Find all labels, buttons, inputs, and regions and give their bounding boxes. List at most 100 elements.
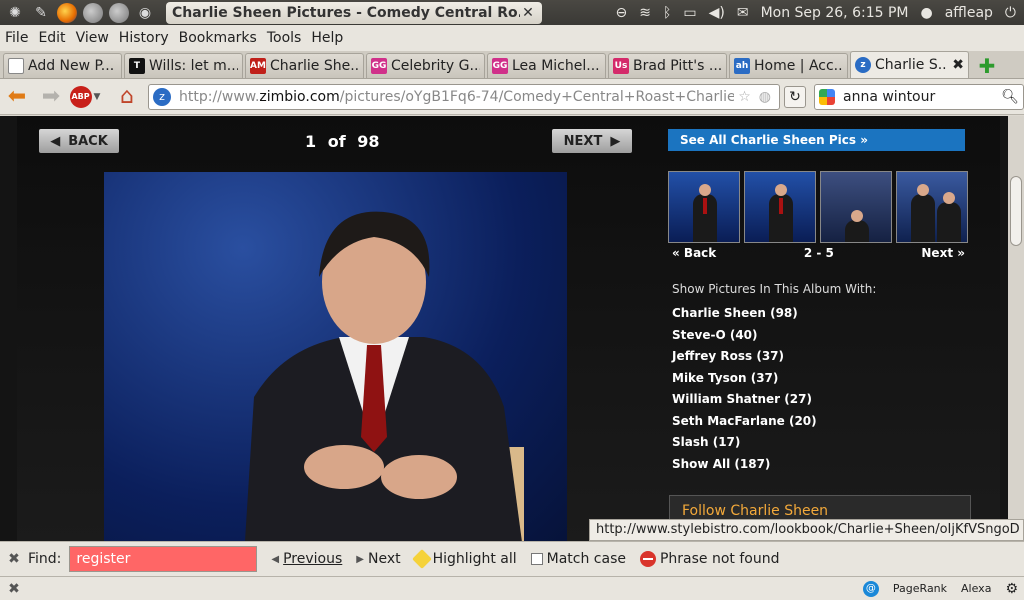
menu-history[interactable]: History xyxy=(119,30,169,46)
page-content: ◀ BACK 1 of 98 NEXT ▶ See All Charlie Shee xyxy=(0,116,1008,541)
wifi-icon[interactable]: ≋ xyxy=(639,5,651,21)
album-filter-item[interactable]: Slash (17) xyxy=(672,435,817,457)
album-filter-item[interactable]: Charlie Sheen (98) xyxy=(672,306,817,328)
close-window-icon[interactable]: ✕ xyxy=(520,5,536,21)
gallery-back-button[interactable]: ◀ BACK xyxy=(39,129,119,153)
search-engine-icon[interactable] xyxy=(819,88,835,105)
active-window-button[interactable]: Charlie Sheen Pictures - Comedy Central … xyxy=(166,1,542,24)
album-filter-item[interactable]: Mike Tyson (37) xyxy=(672,371,817,393)
main-photo[interactable] xyxy=(104,172,567,541)
plus-icon: ✚ xyxy=(978,53,996,78)
site-favicon: GG xyxy=(371,58,387,74)
mail-icon[interactable]: ✉ xyxy=(737,5,749,21)
url-bar[interactable]: z http://www.zimbio.com/pictures/oYgB1Fq… xyxy=(148,83,780,110)
tab-7[interactable]: ah Home | Acc... xyxy=(729,53,848,78)
app-launcher-2[interactable] xyxy=(108,2,130,23)
minus-icon[interactable]: ⊖ xyxy=(615,5,627,21)
see-all-pics-link[interactable]: See All Charlie Sheen Pics » xyxy=(668,129,965,151)
checkbox-icon[interactable] xyxy=(530,553,543,565)
find-status: Phrase not found xyxy=(639,551,780,567)
adblock-plus-icon: ABP xyxy=(69,85,92,108)
alexa-label[interactable]: Alexa xyxy=(961,582,991,595)
tab-2[interactable]: T Wills: let m... xyxy=(124,53,243,78)
match-case-checkbox[interactable]: Match case xyxy=(530,551,626,567)
arrow-left-icon: ⬅ xyxy=(7,84,27,109)
album-filter-item[interactable]: Show All (187) xyxy=(672,457,817,479)
menu-bookmarks[interactable]: Bookmarks xyxy=(179,30,257,46)
battery-icon[interactable]: ▭ xyxy=(683,5,696,21)
search-box[interactable]: anna wintour 🔍︎ xyxy=(814,83,1024,110)
tab-4[interactable]: GG Celebrity G... xyxy=(366,53,485,78)
forward-button[interactable]: ➡ xyxy=(34,82,68,112)
tab-5[interactable]: GG Lea Michel... xyxy=(487,53,606,78)
url-host: http://www. xyxy=(179,88,260,105)
site-favicon: GG xyxy=(492,58,508,74)
tab-1[interactable]: Add New P... xyxy=(3,53,122,78)
firefox-launcher[interactable] xyxy=(56,2,78,23)
back-button[interactable]: ⬅ xyxy=(0,82,34,112)
album-filter-item[interactable]: Seth MacFarlane (20) xyxy=(672,414,817,436)
home-button[interactable]: ⌂ xyxy=(110,82,144,112)
gear-icon[interactable]: ⚙ xyxy=(1005,581,1018,597)
thumbs-back-link[interactable]: « Back xyxy=(672,246,716,260)
tab-6[interactable]: Us Brad Pitt's ... xyxy=(608,53,727,78)
site-identity-icon[interactable]: z xyxy=(153,87,171,106)
pagerank-label[interactable]: PageRank xyxy=(893,582,947,595)
album-filter-item[interactable]: Steve-O (40) xyxy=(672,328,817,350)
back-label: BACK xyxy=(68,133,108,149)
page-info-icon[interactable]: ◍ xyxy=(759,89,771,105)
menu-tools[interactable]: Tools xyxy=(267,30,302,46)
find-input[interactable] xyxy=(69,546,258,572)
highlight-all-button[interactable]: Highlight all xyxy=(411,549,517,569)
menu-view[interactable]: View xyxy=(76,30,109,46)
pager-total: 98 xyxy=(357,132,380,151)
system-panel: ✺ ✎ ◉ Charlie Sheen Pictures - Comedy Ce… xyxy=(0,0,1024,25)
page-scrollbar[interactable] xyxy=(1008,116,1024,541)
volume-icon[interactable]: ◀) xyxy=(709,5,725,21)
thumbs-next-link[interactable]: Next » xyxy=(921,246,965,260)
thumb-figure xyxy=(937,192,961,242)
close-addon-bar-icon[interactable]: ✖ xyxy=(0,581,28,597)
tab-label: Charlie She... xyxy=(270,58,359,74)
text-editor-icon[interactable]: ✎ xyxy=(30,3,52,23)
close-tab-icon[interactable]: ✖ xyxy=(948,57,964,73)
scrollbar-thumb[interactable] xyxy=(1010,176,1022,246)
menu-edit[interactable]: Edit xyxy=(38,30,65,46)
navigation-toolbar: ⬅ ➡ ABP ▼ ⌂ z http://www.zimbio.com/pictu… xyxy=(0,79,1024,115)
gallery-next-button[interactable]: NEXT ▶ xyxy=(552,129,632,153)
tab-8-active[interactable]: z Charlie S... ✖ xyxy=(850,51,969,78)
reload-button[interactable]: ↻ xyxy=(784,85,806,108)
thumbnail-3[interactable] xyxy=(744,171,816,243)
album-filter-item[interactable]: William Shatner (27) xyxy=(672,392,817,414)
match-case-label: Match case xyxy=(546,551,626,567)
new-tab-button[interactable]: ✚ xyxy=(973,53,1001,78)
photo-counter: 1 of 98 xyxy=(305,132,380,151)
search-icon[interactable]: 🔍︎ xyxy=(1001,89,1019,105)
app-launcher-1[interactable] xyxy=(82,2,104,23)
thumbnail-nav: « Back 2 - 5 Next » xyxy=(672,246,965,260)
album-filter-item[interactable]: Jeffrey Ross (37) xyxy=(672,349,817,371)
user-name[interactable]: affleap xyxy=(945,5,993,21)
clock[interactable]: Mon Sep 26, 6:15 PM xyxy=(761,5,909,21)
thumbnail-5[interactable] xyxy=(896,171,968,243)
adblock-button[interactable]: ABP ▼ xyxy=(68,82,102,112)
power-icon[interactable]: ⏻ xyxy=(1005,5,1016,21)
ubuntu-logo-icon[interactable]: ✺ xyxy=(4,3,26,23)
close-find-bar-icon[interactable]: ✖ xyxy=(0,551,28,567)
tab-label: Celebrity G... xyxy=(391,58,480,74)
at-sign-icon[interactable]: @ xyxy=(862,580,879,597)
triangle-right-icon: ▶ xyxy=(610,133,621,149)
app-icon xyxy=(109,2,129,23)
search-input[interactable]: anna wintour xyxy=(843,89,1001,105)
tab-3[interactable]: AM Charlie She... xyxy=(245,53,364,78)
thumbnail-4[interactable] xyxy=(820,171,892,243)
bluetooth-icon[interactable]: ᛒ xyxy=(663,5,671,21)
thumbnail-2[interactable] xyxy=(668,171,740,243)
menu-file[interactable]: File xyxy=(5,30,28,46)
menu-help[interactable]: Help xyxy=(311,30,343,46)
find-next-button[interactable]: ▶ Next xyxy=(356,551,400,567)
url-text: http://www.zimbio.com/pictures/oYgB1Fq6-… xyxy=(179,89,734,105)
camera-icon[interactable]: ◉ xyxy=(134,3,156,23)
find-previous-button[interactable]: ◀ Previous xyxy=(271,551,342,567)
bookmark-star-icon[interactable]: ☆ xyxy=(738,89,751,105)
